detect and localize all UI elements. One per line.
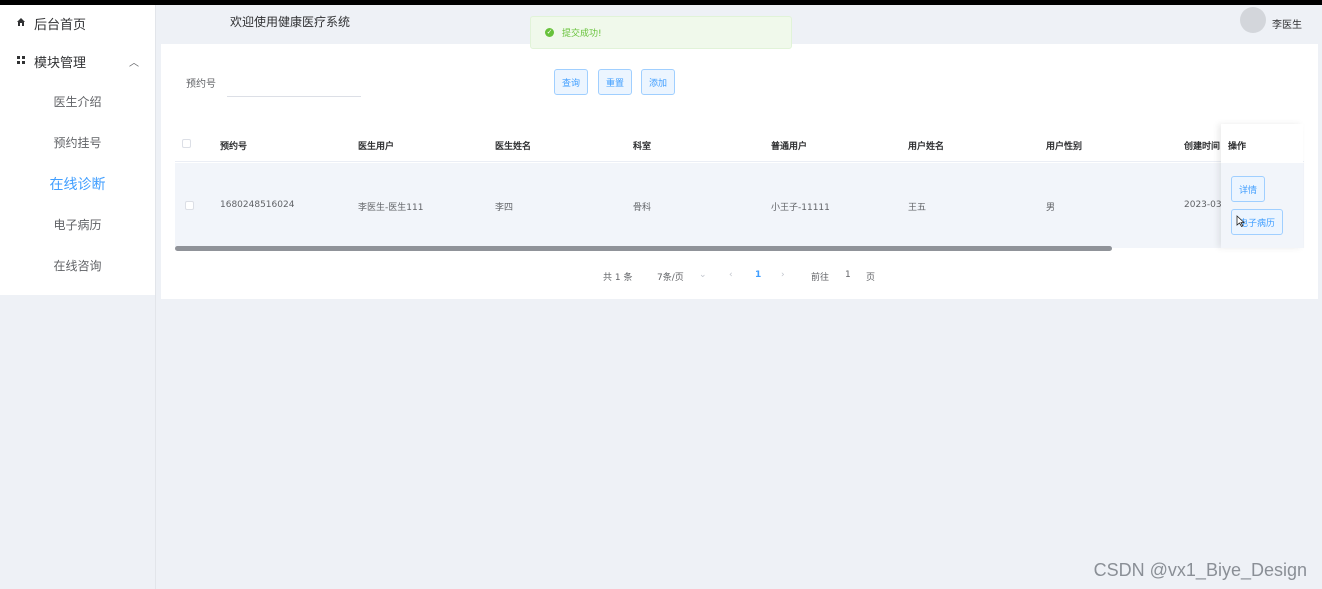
column-header[interactable]: 医生用户	[358, 139, 394, 152]
prev-page-icon[interactable]: ‹	[729, 270, 733, 280]
column-header[interactable]: 预约号	[220, 139, 247, 152]
sidebar-menu: 后台首页 模块管理 ︿ 医生介绍 预约挂号 在线诊断 电子病历 在线咨询	[0, 5, 155, 295]
search-label: 预约号	[186, 79, 216, 90]
column-header[interactable]: 医生姓名	[495, 139, 531, 152]
row-checkbox[interactable]	[185, 201, 194, 210]
column-header[interactable]: 科室	[633, 139, 651, 152]
sidebar-item-medical-record[interactable]: 电子病历	[0, 204, 155, 245]
success-toast: ✓ 提交成功!	[530, 16, 792, 49]
sidebar-module-label: 模块管理	[34, 55, 87, 71]
user-name[interactable]: 李医生	[1272, 16, 1302, 31]
column-header: 操作	[1228, 142, 1247, 152]
column-header[interactable]: 用户姓名	[908, 139, 944, 152]
current-page-number[interactable]: 1	[755, 270, 761, 280]
watermark: CSDN @vx1_Biye_Design	[1093, 560, 1307, 580]
column-header[interactable]: 用户性别	[1046, 139, 1082, 152]
cell-normal-user: 小王子-11111	[771, 203, 830, 213]
sidebar-item-online-consult[interactable]: 在线咨询	[0, 245, 155, 286]
toast-message: 提交成功!	[562, 29, 602, 39]
main-content: 预约号 查询 重置 添加 预约号 医生用户 医生姓名 科室 普通用户 用户姓名 …	[161, 44, 1318, 299]
sidebar-item-label: 预约挂号	[53, 136, 102, 150]
horizontal-scrollbar[interactable]	[175, 246, 1112, 251]
page-suffix: 页	[866, 273, 876, 283]
sidebar-item-label: 在线诊断	[49, 176, 106, 193]
goto-page-input[interactable]: 1	[845, 270, 851, 280]
column-header[interactable]: 普通用户	[771, 139, 807, 152]
cell-doctor-name: 李四	[495, 203, 514, 213]
sidebar-module-management[interactable]: 模块管理 ︿	[0, 41, 155, 81]
query-button[interactable]: 查询	[554, 69, 588, 95]
cell-doctor-user: 李医生-医生111	[358, 203, 424, 213]
appointment-no-input[interactable]	[227, 70, 361, 97]
detail-button[interactable]: 详情	[1231, 176, 1265, 202]
sidebar-item-label: 电子病历	[53, 218, 102, 232]
sidebar-home-label: 后台首页	[34, 17, 87, 33]
check-circle-icon: ✓	[545, 28, 554, 37]
page-size-select[interactable]: 7条/页	[657, 270, 684, 283]
grid-icon	[16, 55, 30, 68]
cell-user-gender: 男	[1046, 203, 1056, 213]
next-page-icon[interactable]: ›	[781, 270, 785, 280]
cell-user-name: 王五	[908, 203, 927, 213]
sidebar-item-doctor-intro[interactable]: 医生介绍	[0, 81, 155, 122]
sidebar-item-appointment[interactable]: 预约挂号	[0, 122, 155, 163]
table-header: 预约号 医生用户 医生姓名 科室 普通用户 用户姓名 用户性别 创建时间	[175, 126, 1304, 162]
sidebar-item-label: 医生介绍	[53, 95, 102, 109]
mouse-cursor-icon	[1236, 215, 1246, 230]
chevron-down-icon[interactable]: ⌄	[699, 270, 707, 280]
sidebar: 后台首页 模块管理 ︿ 医生介绍 预约挂号 在线诊断 电子病历 在线咨询	[0, 5, 156, 589]
select-all-checkbox[interactable]	[182, 139, 191, 148]
cell-created-at: 2023-03-	[1184, 200, 1225, 210]
chevron-up-icon: ︿	[129, 57, 139, 69]
goto-label: 前往	[811, 273, 830, 283]
sidebar-home[interactable]: 后台首页	[0, 5, 155, 41]
welcome-title: 欢迎使用健康医疗系统	[230, 15, 351, 29]
actions-column: 操作 详情 电子病历	[1221, 124, 1303, 248]
sidebar-item-label: 在线咨询	[53, 259, 102, 273]
cell-appointment-no: 1680248516024	[220, 200, 295, 210]
add-button[interactable]: 添加	[641, 69, 675, 95]
actions-cell: 详情 电子病历	[1221, 163, 1303, 248]
pagination-total: 共 1 条	[603, 273, 633, 283]
reset-button[interactable]: 重置	[598, 69, 632, 95]
column-header[interactable]: 创建时间	[1184, 139, 1220, 152]
sidebar-item-online-diagnosis[interactable]: 在线诊断	[0, 163, 155, 204]
table-row[interactable]: 1680248516024 李医生-医生111 李四 骨科 小王子-11111 …	[175, 163, 1304, 248]
cell-department: 骨科	[633, 203, 652, 213]
avatar[interactable]	[1240, 7, 1266, 33]
home-icon	[16, 17, 30, 30]
